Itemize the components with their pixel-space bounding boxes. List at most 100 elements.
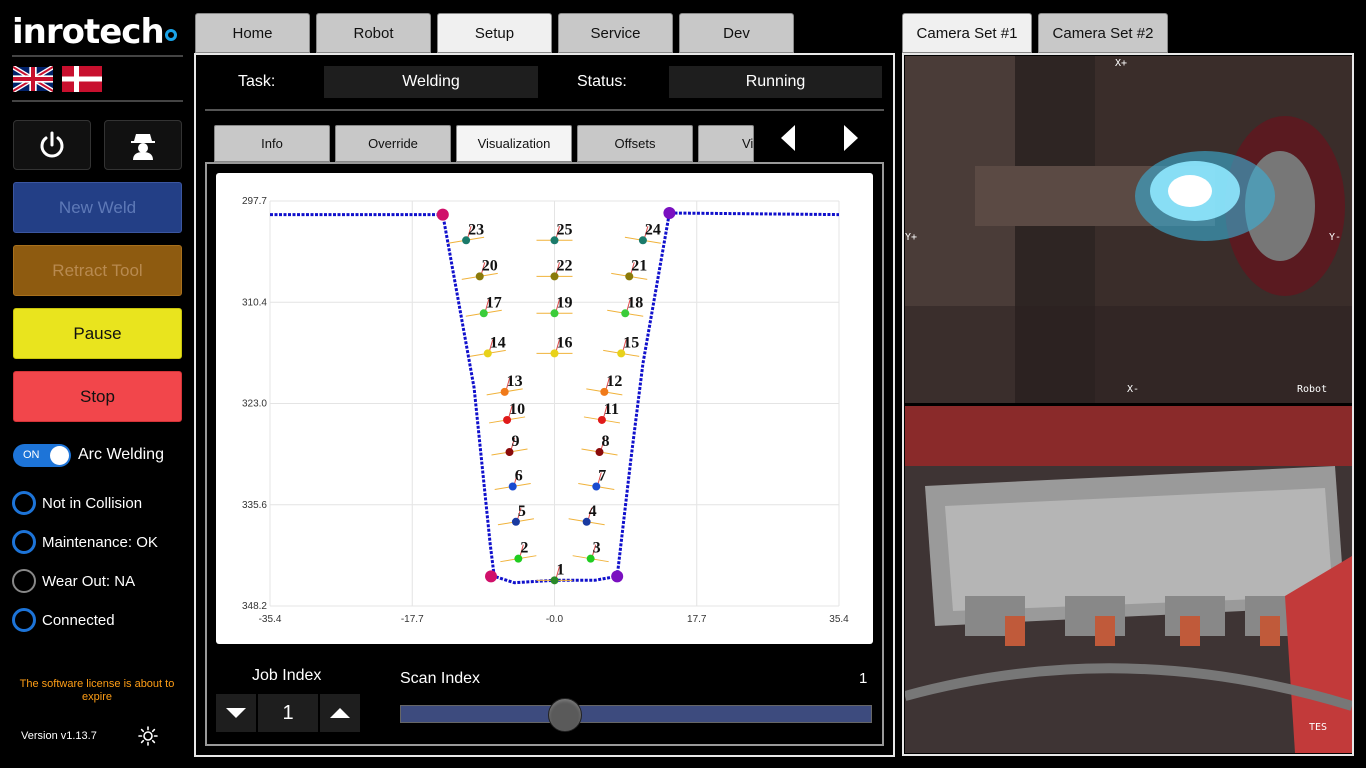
corner-marker	[485, 570, 498, 583]
task-label: Task:	[238, 73, 276, 90]
status-label: Status:	[577, 73, 627, 90]
tab-dev[interactable]: Dev	[679, 13, 794, 53]
weld-point-label: 12	[606, 373, 622, 390]
tab-camera-set-1[interactable]: Camera Set #1	[902, 13, 1032, 53]
status-label: Wear Out: NA	[42, 572, 136, 590]
job-index-value[interactable]: 1	[258, 694, 318, 732]
license-notice: The software license is about to expire	[19, 678, 175, 703]
weld-point-label: 9	[511, 433, 519, 450]
y-tick-label: 297.7	[242, 196, 267, 207]
y-tick-label: 310.4	[242, 297, 267, 308]
x-tick-label: -35.4	[259, 614, 282, 625]
camera-feed-bottom[interactable]: TES	[905, 406, 1352, 753]
power-button[interactable]	[13, 120, 91, 170]
weld-point-label: 23	[468, 221, 484, 238]
status-ring-icon	[12, 569, 36, 593]
y-tick-label: 335.6	[242, 500, 267, 511]
tab-robot[interactable]: Robot	[316, 13, 431, 53]
stop-button[interactable]: Stop	[13, 371, 182, 422]
status-label: Maintenance: OK	[42, 533, 158, 551]
overlay-x-minus: X-	[1127, 384, 1140, 395]
subtab-info[interactable]: Info	[214, 125, 330, 162]
overlay-x-plus: X+	[1115, 58, 1128, 69]
weld-point-label: 13	[507, 373, 523, 390]
job-index-down-button[interactable]	[216, 694, 256, 732]
status-ring-icon	[12, 491, 36, 515]
weld-point-label: 3	[593, 540, 601, 557]
weld-point-label: 10	[509, 401, 525, 418]
subtab-offsets[interactable]: Offsets	[577, 125, 693, 162]
status-not-in-collision: Not in Collision	[12, 491, 142, 515]
logo-dot-icon	[164, 29, 177, 41]
status-label: Connected	[42, 611, 115, 629]
status-maintenance: Maintenance: OK	[12, 530, 158, 554]
status-ring-icon	[12, 608, 36, 632]
new-weld-button[interactable]: New Weld	[13, 182, 182, 233]
weld-point-label: 21	[631, 257, 647, 274]
status-connected: Connected	[12, 608, 115, 632]
robot-gantry-image	[905, 406, 1352, 753]
x-tick-label: 35.4	[829, 614, 849, 625]
status-ring-icon	[12, 530, 36, 554]
weld-point-label: 20	[482, 257, 498, 274]
tab-setup[interactable]: Setup	[437, 13, 552, 53]
corner-marker	[611, 570, 624, 583]
arc-welding-label: Arc Welding	[78, 446, 164, 463]
tab-service[interactable]: Service	[558, 13, 673, 53]
weld-point-label: 5	[518, 503, 526, 520]
camera-feed-top[interactable]: X+ X- Y+ Y- Robot	[905, 56, 1352, 403]
weld-point-label: 4	[589, 503, 597, 520]
scan-index-slider-handle[interactable]	[548, 698, 583, 732]
y-tick-label: 323.0	[242, 399, 267, 410]
weld-point-label: 8	[602, 433, 610, 450]
triangle-right-icon	[844, 125, 858, 151]
sun-icon[interactable]	[138, 726, 158, 746]
subtab-partial[interactable]: Vi	[698, 125, 754, 162]
job-index-label: Job Index	[252, 667, 322, 684]
x-tick-label: -0.0	[546, 614, 564, 625]
weld-point-label: 17	[486, 294, 502, 311]
header-divider	[205, 109, 884, 111]
uk-flag-icon[interactable]	[13, 66, 53, 92]
weld-point-label: 19	[557, 294, 573, 311]
overlay-y-plus: Y+	[905, 232, 918, 243]
power-icon	[40, 131, 64, 158]
triangle-down-icon	[226, 708, 246, 718]
triangle-left-icon	[781, 125, 795, 151]
toggle-knob	[50, 446, 69, 465]
job-index-up-button[interactable]	[320, 694, 360, 732]
weld-point-label: 2	[520, 540, 528, 557]
task-value: Welding	[324, 66, 538, 98]
pause-button[interactable]: Pause	[13, 308, 182, 359]
left-sidebar: inrotech New Weld Retract Tool Pause Sto…	[0, 0, 196, 768]
weld-point-label: 1	[557, 561, 565, 578]
version-label: Version v1.13.7	[21, 730, 97, 742]
weld-point-label: 16	[557, 334, 573, 351]
subtab-override[interactable]: Override	[335, 125, 451, 162]
incognito-button[interactable]	[104, 120, 182, 170]
tabs-next-button[interactable]	[820, 115, 882, 161]
tab-camera-set-2[interactable]: Camera Set #2	[1038, 13, 1168, 53]
arc-welding-toggle[interactable]: ON	[13, 444, 71, 467]
overlay-robot: Robot	[1297, 384, 1328, 395]
weld-point-label: 6	[515, 468, 523, 485]
sidebar-divider	[12, 55, 183, 57]
tabs-prev-button[interactable]	[757, 115, 819, 161]
weld-point-label: 15	[623, 334, 639, 351]
tab-home[interactable]: Home	[195, 13, 310, 53]
subtab-visualization[interactable]: Visualization	[456, 125, 572, 162]
scan-index-slider-track[interactable]	[400, 705, 872, 723]
y-tick-label: 348.2	[242, 601, 267, 612]
scan-index-label: Scan Index	[400, 670, 481, 687]
triangle-up-icon	[330, 708, 350, 718]
retract-tool-button[interactable]: Retract Tool	[13, 245, 182, 296]
inrotech-logo: inrotech	[12, 12, 177, 52]
corner-marker	[663, 207, 676, 220]
spy-icon	[131, 134, 155, 160]
corner-marker	[436, 208, 449, 221]
overlay-y-minus: Y-	[1329, 232, 1342, 243]
dk-flag-icon[interactable]	[62, 66, 102, 92]
x-tick-label: 17.7	[687, 614, 707, 625]
weld-point-label: 24	[645, 221, 661, 238]
status-wear-out: Wear Out: NA	[12, 569, 135, 593]
